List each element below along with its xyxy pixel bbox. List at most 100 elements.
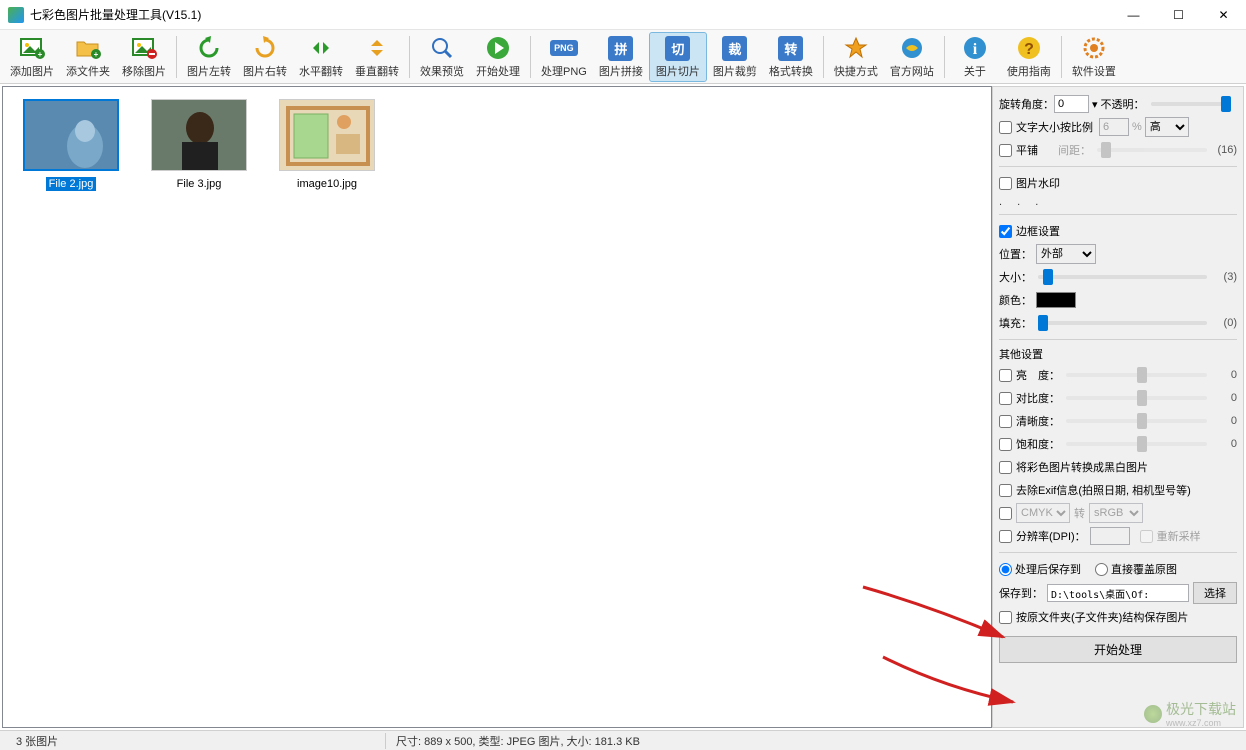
start-button[interactable]: 开始处理 (470, 32, 526, 82)
ellipsis: . . . (999, 196, 1237, 208)
rotate-angle-input[interactable] (1054, 95, 1089, 113)
thumbnail-image (151, 99, 247, 171)
img-watermark-checkbox[interactable] (999, 177, 1012, 190)
resample-checkbox[interactable] (1140, 530, 1153, 543)
stitch-button[interactable]: 拼 图片拼接 (593, 32, 649, 82)
svg-text:+: + (94, 50, 99, 59)
browse-button[interactable]: 选择 (1193, 582, 1237, 604)
contrast-checkbox[interactable] (999, 392, 1012, 405)
tile-checkbox[interactable] (999, 144, 1012, 157)
size-slider[interactable] (1038, 275, 1207, 279)
bw-checkbox[interactable] (999, 461, 1012, 474)
position-select[interactable]: 外部 (1036, 244, 1096, 264)
srgb-select[interactable]: sRGB (1089, 503, 1143, 523)
side-panel: 旋转角度： ▾ 不透明： 文字大小按比例 % 高 平铺 间距： (16) 图片水… (992, 86, 1244, 728)
keep-structure-checkbox[interactable] (999, 611, 1012, 624)
dropdown-icon[interactable]: ▾ (1092, 98, 1098, 111)
saturation-checkbox[interactable] (999, 438, 1012, 451)
settings-button[interactable]: 软件设置 (1066, 32, 1122, 82)
dpi-input[interactable] (1090, 527, 1130, 545)
annotation-arrow (853, 577, 1013, 657)
dpi-checkbox[interactable] (999, 530, 1012, 543)
thumbnail-item[interactable]: File 3.jpg (139, 95, 259, 195)
resample-label: 重新采样 (1157, 528, 1201, 544)
border-checkbox[interactable] (999, 225, 1012, 238)
flip-h-icon (307, 34, 335, 62)
sharpness-slider (1066, 419, 1207, 423)
maximize-button[interactable]: ☐ (1156, 0, 1201, 30)
toolbar: + 添加图片 + 添文件夹 移除图片 图片左转 图片右转 水平翻转 垂直翻转 效… (0, 30, 1246, 84)
overwrite-radio[interactable] (1095, 563, 1108, 576)
guide-button[interactable]: ? 使用指南 (1001, 32, 1057, 82)
remove-image-button[interactable]: 移除图片 (116, 32, 172, 82)
flip-v-button[interactable]: 垂直翻转 (349, 32, 405, 82)
start-label: 开始处理 (476, 63, 520, 79)
rotate-right-button[interactable]: 图片右转 (237, 32, 293, 82)
colorspace-checkbox[interactable] (999, 507, 1012, 520)
thumbnail-label: image10.jpg (294, 177, 360, 191)
status-info: 尺寸: 889 x 500, 类型: JPEG 图片, 大小: 181.3 KB (386, 733, 650, 749)
contrast-value: 0 (1213, 392, 1237, 404)
exif-checkbox[interactable] (999, 484, 1012, 497)
svg-text:+: + (38, 50, 43, 59)
contrast-label: 对比度： (1016, 390, 1060, 406)
text-scale-label: 文字大小按比例 (1016, 119, 1093, 135)
start-process-button[interactable]: 开始处理 (999, 636, 1237, 663)
dpi-label: 分辨率(DPI)： (1016, 528, 1086, 544)
color-swatch[interactable] (1036, 292, 1076, 308)
text-scale-checkbox[interactable] (999, 121, 1012, 134)
brightness-checkbox[interactable] (999, 369, 1012, 382)
save-to-input[interactable] (1047, 584, 1189, 602)
about-label: 关于 (964, 63, 986, 79)
play-icon (484, 34, 512, 62)
size-value: (3) (1213, 271, 1237, 283)
thumbnail-label: File 3.jpg (174, 177, 225, 191)
sharpness-value: 0 (1213, 415, 1237, 427)
website-button[interactable]: 官方网站 (884, 32, 940, 82)
rotate-left-button[interactable]: 图片左转 (181, 32, 237, 82)
add-image-button[interactable]: + 添加图片 (4, 32, 60, 82)
text-scale-input[interactable] (1099, 118, 1129, 136)
rotate-left-label: 图片左转 (187, 63, 231, 79)
convert-button[interactable]: 转 格式转换 (763, 32, 819, 82)
info-icon: i (961, 34, 989, 62)
flip-h-label: 水平翻转 (299, 63, 343, 79)
fill-label: 填充： (999, 315, 1032, 331)
add-folder-button[interactable]: + 添文件夹 (60, 32, 116, 82)
process-png-button[interactable]: PNG 处理PNG (535, 32, 593, 82)
titlebar: 七彩色图片批量处理工具(V15.1) — ☐ ✕ (0, 0, 1246, 30)
slice-button[interactable]: 切 图片切片 (649, 32, 707, 82)
guide-label: 使用指南 (1007, 63, 1051, 79)
status-count: 3 张图片 (6, 733, 386, 749)
crop-label: 图片裁剪 (713, 63, 757, 79)
close-button[interactable]: ✕ (1201, 0, 1246, 30)
crop-button[interactable]: 裁 图片裁剪 (707, 32, 763, 82)
save-after-label: 处理后保存到 (1015, 561, 1081, 577)
fill-slider[interactable] (1038, 321, 1207, 325)
flip-v-label: 垂直翻转 (355, 63, 399, 79)
size-label: 大小： (999, 269, 1032, 285)
cmyk-select[interactable]: CMYK (1016, 503, 1070, 523)
thumbnail-item[interactable]: image10.jpg (267, 95, 387, 195)
sharpness-checkbox[interactable] (999, 415, 1012, 428)
save-after-radio[interactable] (999, 563, 1012, 576)
rotate-angle-label: 旋转角度： (999, 96, 1054, 112)
sharpness-label: 清晰度： (1016, 413, 1060, 429)
text-scale-select[interactable]: 高 (1145, 117, 1189, 137)
opacity-slider[interactable] (1151, 102, 1231, 106)
thumbnail-grid[interactable]: File 2.jpg File 3.jpg image10.jpg (2, 86, 992, 728)
flip-h-button[interactable]: 水平翻转 (293, 32, 349, 82)
minimize-button[interactable]: — (1111, 0, 1156, 30)
window-title: 七彩色图片批量处理工具(V15.1) (30, 6, 1111, 23)
about-button[interactable]: i 关于 (949, 32, 1001, 82)
statusbar: 3 张图片 尺寸: 889 x 500, 类型: JPEG 图片, 大小: 18… (0, 730, 1246, 750)
svg-text:?: ? (1024, 41, 1034, 58)
text-scale-unit: % (1132, 121, 1142, 133)
add-folder-label: 添文件夹 (66, 63, 110, 79)
thumbnail-item[interactable]: File 2.jpg (11, 95, 131, 195)
remove-image-label: 移除图片 (122, 63, 166, 79)
process-png-label: 处理PNG (541, 63, 587, 79)
preview-button[interactable]: 效果预览 (414, 32, 470, 82)
shortcut-button[interactable]: 快捷方式 (828, 32, 884, 82)
separator (1061, 36, 1062, 78)
